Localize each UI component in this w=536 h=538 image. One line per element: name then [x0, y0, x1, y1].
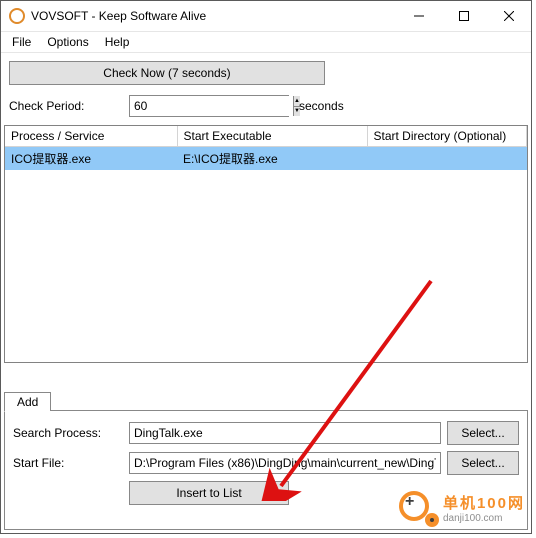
- check-period-spinbox[interactable]: ▲ ▼: [129, 95, 289, 117]
- select-file-button[interactable]: Select...: [447, 451, 519, 475]
- window-title: VOVSOFT - Keep Software Alive: [31, 9, 396, 23]
- search-process-label: Search Process:: [13, 426, 123, 440]
- table-cell: [367, 147, 527, 171]
- close-button[interactable]: [486, 1, 531, 31]
- col-start-dir[interactable]: Start Directory (Optional): [367, 126, 527, 147]
- col-start-exe[interactable]: Start Executable: [177, 126, 367, 147]
- seconds-label: seconds: [299, 99, 344, 113]
- menu-file[interactable]: File: [4, 34, 39, 50]
- menu-options[interactable]: Options: [39, 34, 96, 50]
- check-period-input[interactable]: [130, 96, 293, 116]
- minimize-button[interactable]: [396, 1, 441, 31]
- col-process[interactable]: Process / Service: [5, 126, 177, 147]
- start-file-label: Start File:: [13, 456, 123, 470]
- process-table[interactable]: Process / Service Start Executable Start…: [4, 125, 528, 363]
- app-window: VOVSOFT - Keep Software Alive File Optio…: [0, 0, 532, 534]
- check-now-button[interactable]: Check Now (7 seconds): [9, 61, 325, 85]
- titlebar: VOVSOFT - Keep Software Alive: [1, 1, 531, 32]
- check-period-label: Check Period:: [9, 99, 119, 113]
- table-row[interactable]: ICO提取器.exeE:\ICO提取器.exe: [5, 147, 527, 171]
- maximize-button[interactable]: [441, 1, 486, 31]
- window-controls: [396, 1, 531, 31]
- app-icon: [9, 8, 25, 24]
- menu-help[interactable]: Help: [97, 34, 138, 50]
- table-cell: ICO提取器.exe: [5, 147, 177, 171]
- start-file-input[interactable]: [129, 452, 441, 474]
- add-panel: Add Search Process: Select... Start File…: [4, 410, 528, 530]
- insert-to-list-button[interactable]: Insert to List: [129, 481, 289, 505]
- search-process-input[interactable]: [129, 422, 441, 444]
- top-area: Check Now (7 seconds) Check Period: ▲ ▼ …: [1, 53, 531, 125]
- table-cell: E:\ICO提取器.exe: [177, 147, 367, 171]
- tab-add[interactable]: Add: [4, 392, 51, 412]
- menubar: File Options Help: [1, 32, 531, 53]
- select-process-button[interactable]: Select...: [447, 421, 519, 445]
